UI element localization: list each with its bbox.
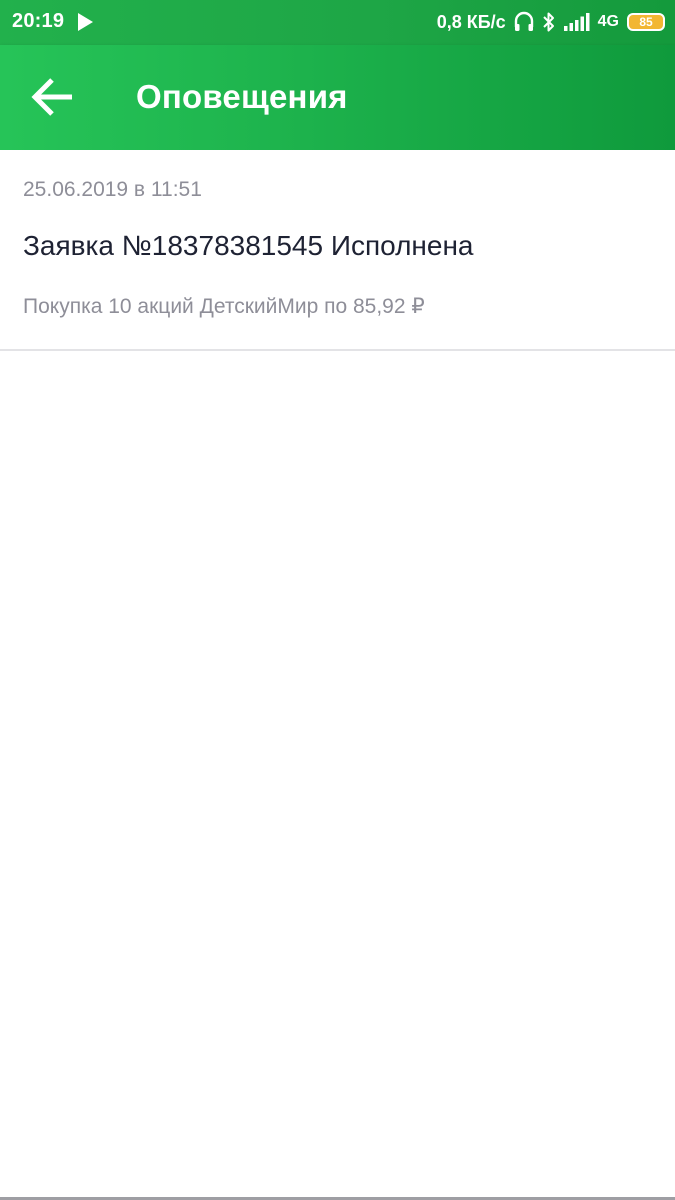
network-type: 4G: [597, 13, 619, 30]
status-time: 20:19: [12, 10, 65, 32]
status-bar: 20:19 0,8 КБ/с 4G 85: [0, 0, 675, 45]
notification-title: Заявка №18378381545 Исполнена: [23, 230, 474, 261]
status-indicators: 0,8 КБ/с 4G 85: [437, 8, 665, 36]
signal-icon: [563, 13, 590, 31]
back-button[interactable]: [20, 65, 84, 129]
bluetooth-icon: [542, 11, 556, 33]
battery-icon: 85: [627, 13, 665, 31]
notification-description: Покупка 10 акций ДетскийМир по 85,92 ₽: [23, 295, 425, 318]
notification-item[interactable]: 25.06.2019 в 11:51 Заявка №18378381545 И…: [0, 150, 675, 350]
app-bar: Оповещения: [0, 45, 675, 150]
arrow-back-icon: [31, 78, 72, 116]
page-title: Оповещения: [136, 78, 348, 115]
battery-level: 85: [639, 15, 653, 29]
play-icon: [78, 13, 93, 31]
list-divider: [0, 349, 675, 351]
notification-date: 25.06.2019 в 11:51: [23, 178, 202, 201]
headphones-icon: [514, 11, 534, 33]
notifications-screen: 20:19 0,8 КБ/с 4G 85 Оповещения 25.06.20…: [0, 0, 675, 1200]
network-speed: 0,8 КБ/с: [436, 11, 506, 32]
